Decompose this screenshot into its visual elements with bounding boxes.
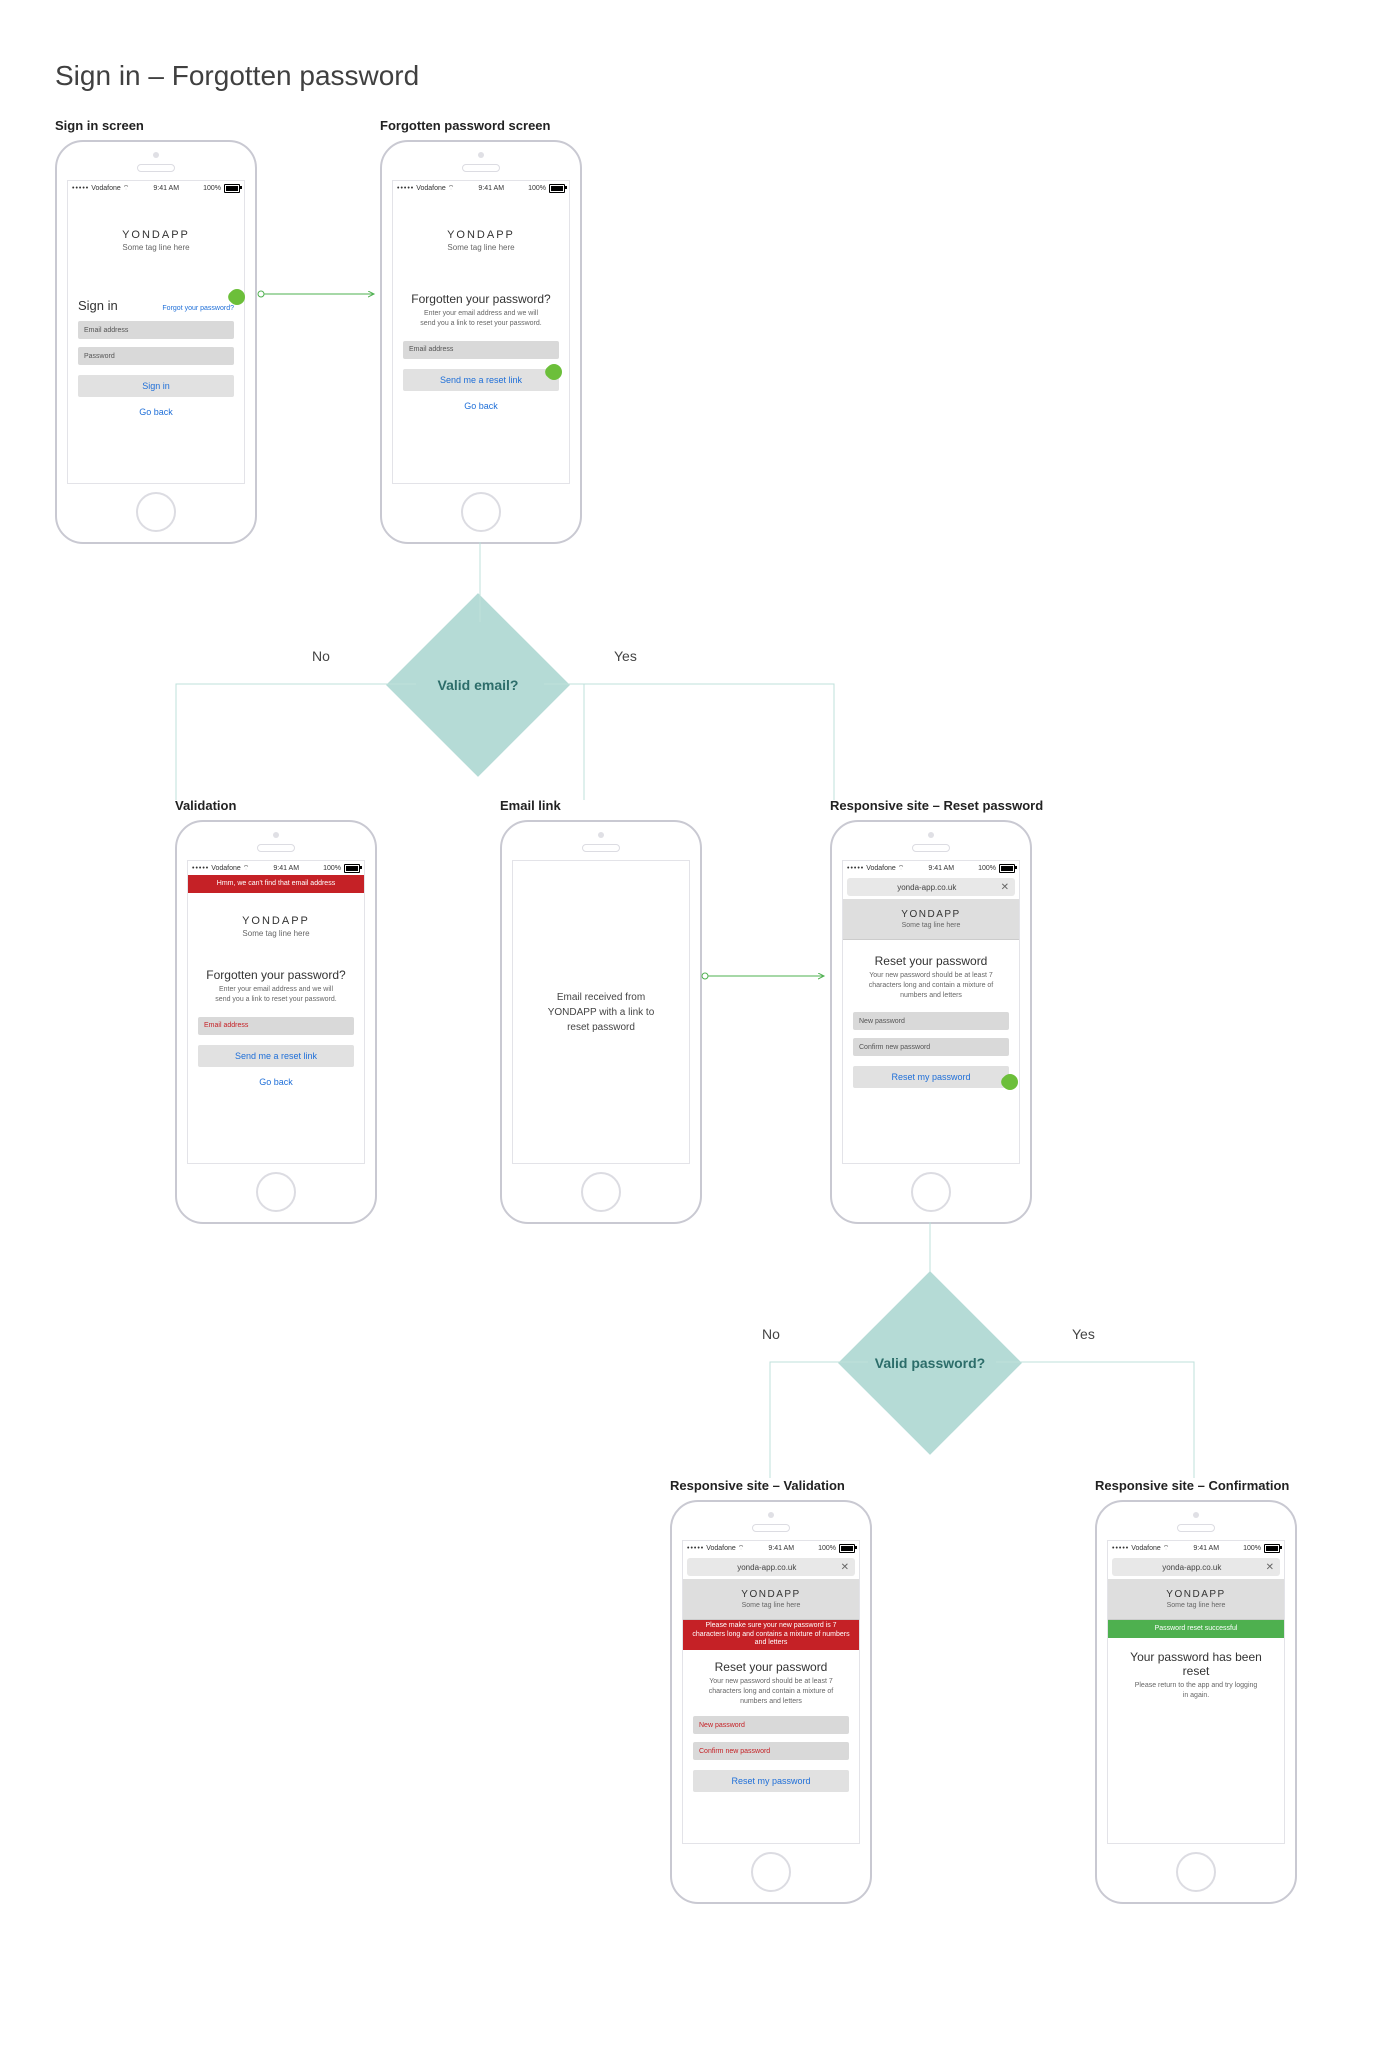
decision-valid-email: Valid email? [386, 593, 570, 777]
confirm-password-field[interactable]: Confirm new password [853, 1038, 1009, 1056]
reset-sub: Your new password should be at least 7 c… [853, 971, 1009, 1000]
phone-confirmation: ••••• Vodafone ⌔ 9:41 AM 100% yonda-app.… [1095, 1500, 1297, 1904]
phone-forgot: ••••• Vodafone ⌔ 9:41 AM 100% YONDAPP So… [380, 140, 582, 544]
brand-tagline: Some tag line here [188, 929, 364, 938]
go-back-link[interactable]: Go back [403, 401, 559, 411]
confirm-password-field[interactable]: Confirm new password [693, 1742, 849, 1760]
caption-emaillink: Email link [500, 798, 561, 813]
label-no: No [312, 648, 330, 664]
forgot-heading: Forgotten your password? [403, 292, 559, 306]
send-reset-button[interactable]: Send me a reset link [403, 369, 559, 391]
phone-reset: ••••• Vodafone ⌔ 9:41 AM 100% yonda-app.… [830, 820, 1032, 1224]
go-back-link[interactable]: Go back [198, 1077, 354, 1087]
email-field[interactable]: Email address [78, 321, 234, 339]
phone-validation-email: ••••• Vodafone ⌔ 9:41 AM 100% Hmm, we ca… [175, 820, 377, 1224]
forgot-heading: Forgotten your password? [198, 968, 354, 982]
status-bar: ••••• Vodafone ⌔ 9:41 AM 100% [68, 181, 244, 195]
email-field[interactable]: Email address [198, 1017, 354, 1035]
caption-reset-validation: Responsive site – Validation [670, 1478, 845, 1493]
new-password-field[interactable]: New password [693, 1716, 849, 1734]
phone-signin: ••••• Vodafone ⌔ 9:41 AM 100% YONDAPP So… [55, 140, 257, 544]
signin-button[interactable]: Sign in [78, 375, 234, 397]
phone-email-link: Email received from YONDAPP with a link … [500, 820, 702, 1224]
status-bar: ••••• Vodafone ⌔ 9:41 AM 100% [843, 861, 1019, 875]
success-banner: Password reset successful [1108, 1620, 1284, 1638]
label-yes: Yes [614, 648, 637, 664]
brand-name: YONDAPP [188, 915, 364, 927]
new-password-field[interactable]: New password [853, 1012, 1009, 1030]
email-field[interactable]: Email address [403, 341, 559, 359]
confirmation-sub: Please return to the app and try logging… [1118, 1681, 1274, 1701]
send-reset-button[interactable]: Send me a reset link [198, 1045, 354, 1067]
status-bar: ••••• Vodafone ⌔ 9:41 AM 100% [188, 861, 364, 875]
label-yes: Yes [1072, 1326, 1095, 1342]
site-header: YONDAPPSome tag line here [843, 899, 1019, 940]
status-bar: ••••• Vodafone ⌔ 9:41 AM 100% [393, 181, 569, 195]
brand-name: YONDAPP [393, 229, 569, 241]
reset-button[interactable]: Reset my password [693, 1770, 849, 1792]
caption-signin: Sign in screen [55, 118, 144, 133]
signin-heading: Sign in [78, 298, 118, 313]
brand-tagline: Some tag line here [68, 243, 244, 252]
password-field[interactable]: Password [78, 347, 234, 365]
error-banner: Please make sure your new password is 7 … [683, 1620, 859, 1650]
browser-url-bar[interactable]: yonda-app.co.uk✕ [1112, 1558, 1280, 1576]
email-received-text: Email received from YONDAPP with a link … [513, 861, 689, 1163]
page-title: Sign in – Forgotten password [55, 60, 419, 92]
phone-reset-validation: ••••• Vodafone ⌔ 9:41 AM 100% yonda-app.… [670, 1500, 872, 1904]
status-bar: ••••• Vodafone ⌔ 9:41 AM 100% [683, 1541, 859, 1555]
site-header: YONDAPPSome tag line here [683, 1579, 859, 1620]
forgot-sub: Enter your email address and we will sen… [198, 985, 354, 1005]
decision-valid-password: Valid password? [838, 1271, 1022, 1455]
close-icon[interactable]: ✕ [841, 1562, 849, 1573]
reset-sub: Your new password should be at least 7 c… [693, 1677, 849, 1706]
site-header: YONDAPPSome tag line here [1108, 1579, 1284, 1620]
error-banner: Hmm, we can't find that email address [188, 875, 364, 893]
reset-button[interactable]: Reset my password [853, 1066, 1009, 1088]
close-icon[interactable]: ✕ [1266, 1562, 1274, 1573]
caption-confirmation: Responsive site – Confirmation [1095, 1478, 1289, 1493]
close-icon[interactable]: ✕ [1001, 882, 1009, 893]
label-no: No [762, 1326, 780, 1342]
reset-heading: Reset your password [693, 1660, 849, 1674]
forgot-sub: Enter your email address and we will sen… [403, 309, 559, 329]
caption-reset: Responsive site – Reset password [830, 798, 1043, 813]
reset-heading: Reset your password [853, 954, 1009, 968]
caption-forgot: Forgotten password screen [380, 118, 550, 133]
brand-tagline: Some tag line here [393, 243, 569, 252]
browser-url-bar[interactable]: yonda-app.co.uk✕ [687, 1558, 855, 1576]
confirmation-heading: Your password has been reset [1118, 1650, 1274, 1678]
go-back-link[interactable]: Go back [78, 407, 234, 417]
browser-url-bar[interactable]: yonda-app.co.uk✕ [847, 878, 1015, 896]
forgot-password-link[interactable]: Forgot your password? [162, 305, 234, 312]
brand-name: YONDAPP [68, 229, 244, 241]
caption-validation: Validation [175, 798, 236, 813]
status-bar: ••••• Vodafone ⌔ 9:41 AM 100% [1108, 1541, 1284, 1555]
